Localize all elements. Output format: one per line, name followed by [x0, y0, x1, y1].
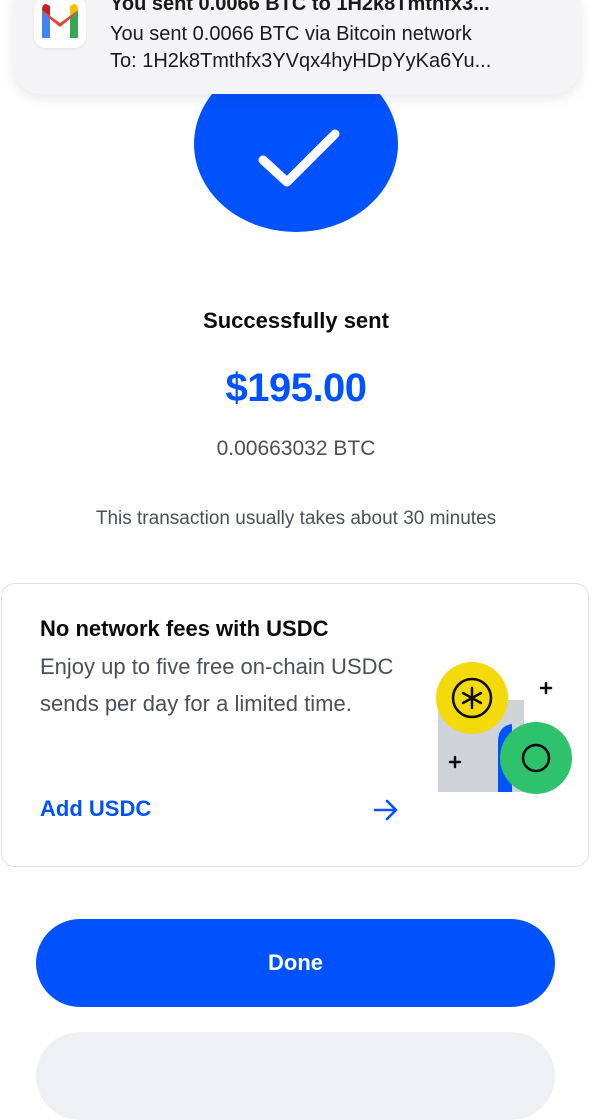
eta-note: This transaction usually takes about 30 … — [95, 508, 497, 529]
add-usdc-link[interactable]: Add USDC — [40, 796, 151, 822]
notification-line-2: To: 1H2k8Tmthfx3YVqx4hyHDpYyKa6Yu... — [110, 50, 492, 72]
sent-amount: $195.00 — [225, 366, 367, 410]
checkmark-icon — [258, 129, 340, 187]
notification-banner[interactable]: You sent 0.0066 BTC to 1H2k8Tmthfx3... Y… — [14, 0, 580, 94]
crypto-amount: 0.00663032 BTC — [216, 437, 376, 460]
notification-title: You sent 0.0066 BTC to 1H2k8Tmthfx3... — [110, 0, 490, 15]
gmail-icon — [34, 0, 86, 48]
usdc-promo-card[interactable]: No network fees with USDC Enjoy up to fi… — [1, 583, 589, 867]
status-title: Successfully sent — [203, 308, 389, 333]
done-button[interactable]: Done — [36, 919, 555, 1007]
promo-body: Enjoy up to five free on-chain USDC send… — [40, 654, 394, 716]
promo-title: No network fees with USDC — [40, 616, 329, 641]
usdc-illustration — [436, 662, 572, 794]
arrow-right-icon[interactable] — [372, 796, 400, 824]
secondary-button[interactable] — [36, 1032, 555, 1120]
notification-line-1: You sent 0.0066 BTC via Bitcoin network — [110, 23, 472, 45]
